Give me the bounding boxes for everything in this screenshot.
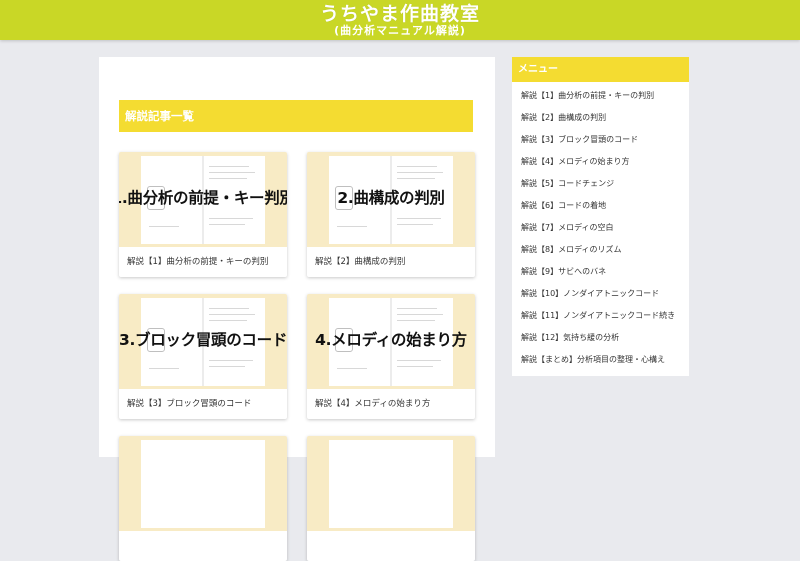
- article-card-2[interactable]: 2.曲構成の判別 解説【2】曲構成の判別: [307, 152, 475, 277]
- article-card-3[interactable]: 3.ブロック冒頭のコード 解説【3】ブロック冒頭のコード: [119, 294, 287, 419]
- menu-item[interactable]: 解説【9】サビへのバネ: [512, 261, 689, 283]
- thumbnail-title: 1.曲分析の前提・キー判別: [119, 189, 287, 207]
- sidebar-heading: メニュー: [512, 57, 689, 82]
- menu-item[interactable]: 解説【2】曲構成の判別: [512, 107, 689, 129]
- article-card-6[interactable]: [307, 436, 475, 561]
- thumbnail-title: 3.ブロック冒頭のコード: [119, 331, 287, 349]
- menu-item[interactable]: 解説【6】コードの着地: [512, 195, 689, 217]
- section-heading: 解説記事一覧: [119, 100, 473, 132]
- menu-item[interactable]: 解説【11】ノンダイアトニックコード続き: [512, 305, 689, 327]
- article-thumbnail[interactable]: [307, 436, 475, 531]
- main-content: 解説記事一覧 1.曲分析の前提・キー判別 解説【1】曲分析の前提・キーの判別 2…: [99, 57, 495, 561]
- menu-item[interactable]: 解説【10】ノンダイアトニックコード: [512, 283, 689, 305]
- card-caption[interactable]: 解説【4】メロディの始まり方: [315, 394, 430, 414]
- notebook-image: [141, 440, 265, 528]
- site-header: うちやま作曲教室 (曲分析マニュアル解説): [0, 0, 800, 40]
- menu-item[interactable]: 解説【1】曲分析の前提・キーの判別: [512, 85, 689, 107]
- site-title[interactable]: うちやま作曲教室: [0, 0, 800, 24]
- card-caption[interactable]: 解説【1】曲分析の前提・キーの判別: [127, 252, 268, 272]
- menu-item[interactable]: 解説【7】メロディの空白: [512, 217, 689, 239]
- notebook-image: [329, 440, 453, 528]
- sidebar-menu: メニュー 解説【1】曲分析の前提・キーの判別 解説【2】曲構成の判別 解説【3】…: [512, 57, 689, 376]
- menu-item[interactable]: 解説【12】気持ち緩の分析: [512, 327, 689, 349]
- menu-list: 解説【1】曲分析の前提・キーの判別 解説【2】曲構成の判別 解説【3】ブロック冒…: [512, 85, 689, 371]
- menu-item[interactable]: 解説【8】メロディのリズム: [512, 239, 689, 261]
- article-card-5[interactable]: [119, 436, 287, 561]
- card-caption[interactable]: 解説【2】曲構成の判別: [315, 252, 405, 272]
- card-caption[interactable]: 解説【3】ブロック冒頭のコード: [127, 394, 251, 414]
- article-card-1[interactable]: 1.曲分析の前提・キー判別 解説【1】曲分析の前提・キーの判別: [119, 152, 287, 277]
- article-thumbnail[interactable]: [119, 436, 287, 531]
- thumbnail-title: 2.曲構成の判別: [337, 189, 445, 207]
- article-card-4[interactable]: 4.メロディの始まり方 解説【4】メロディの始まり方: [307, 294, 475, 419]
- menu-item[interactable]: 解説【まとめ】分析項目の整理・心構え: [512, 349, 689, 371]
- article-thumbnail[interactable]: 4.メロディの始まり方: [307, 294, 475, 389]
- menu-item[interactable]: 解説【4】メロディの始まり方: [512, 151, 689, 173]
- article-thumbnail[interactable]: 1.曲分析の前提・キー判別: [119, 152, 287, 247]
- article-thumbnail[interactable]: 3.ブロック冒頭のコード: [119, 294, 287, 389]
- article-thumbnail[interactable]: 2.曲構成の判別: [307, 152, 475, 247]
- site-subtitle: (曲分析マニュアル解説): [334, 24, 466, 37]
- thumbnail-title: 4.メロディの始まり方: [315, 331, 467, 349]
- menu-item[interactable]: 解説【3】ブロック冒頭のコード: [512, 129, 689, 151]
- menu-item[interactable]: 解説【5】コードチェンジ: [512, 173, 689, 195]
